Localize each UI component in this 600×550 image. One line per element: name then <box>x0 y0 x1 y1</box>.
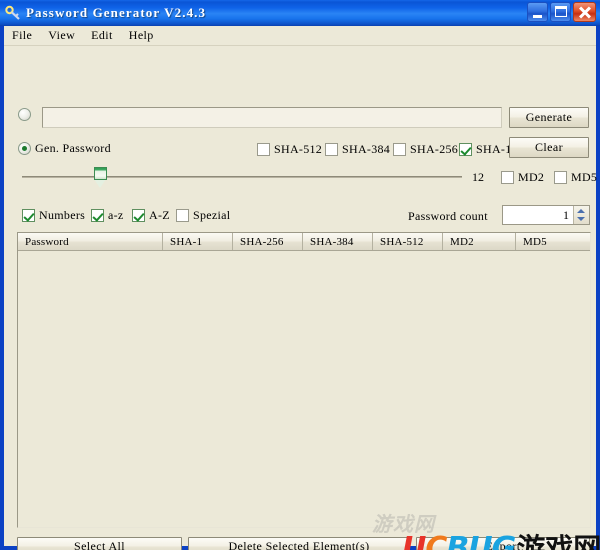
column-header-md2[interactable]: MD2 <box>443 233 516 250</box>
column-header-password[interactable]: Password <box>18 233 163 250</box>
stepper-down-icon[interactable] <box>574 215 589 224</box>
sha256-checkbox[interactable] <box>393 143 406 156</box>
special-checkbox[interactable] <box>176 209 189 222</box>
sha1-checkbox[interactable] <box>459 143 472 156</box>
clear-button[interactable]: Clear <box>509 137 589 158</box>
md2-label: MD2 <box>518 170 545 184</box>
md5-checkbox-group: MD5 <box>554 170 597 185</box>
key-icon <box>5 5 22 22</box>
custom-password-row <box>18 108 31 121</box>
slider-thumb[interactable] <box>94 167 107 189</box>
table-body[interactable] <box>18 251 590 527</box>
slider-track <box>22 176 462 178</box>
numbers-checkbox-group: Numbers <box>22 208 85 223</box>
uppercase-label: A-Z <box>149 208 170 222</box>
sha512-checkbox-group: SHA-512 <box>257 142 322 157</box>
gen-password-label: Gen. Password <box>35 141 111 155</box>
export-button[interactable]: Export <box>416 537 590 550</box>
window-title: Password Generator V2.4.3 <box>26 5 207 20</box>
menu-item-view[interactable]: View <box>46 27 83 44</box>
delete-selected-button[interactable]: Delete Selected Element(s) <box>188 537 410 550</box>
table-header-row: Password SHA-1 SHA-256 SHA-384 SHA-512 M… <box>18 233 590 251</box>
lowercase-checkbox-group: a-z <box>91 208 124 223</box>
sha1-checkbox-group: SHA-1 <box>459 142 512 157</box>
numbers-checkbox[interactable] <box>22 209 35 222</box>
md2-checkbox-group: MD2 <box>501 170 544 185</box>
lowercase-checkbox[interactable] <box>91 209 104 222</box>
custom-password-radio[interactable] <box>18 108 31 121</box>
column-header-sha1[interactable]: SHA-1 <box>163 233 233 250</box>
md5-checkbox[interactable] <box>554 171 567 184</box>
maximize-button[interactable] <box>550 2 571 22</box>
column-header-sha384[interactable]: SHA-384 <box>303 233 373 250</box>
gen-password-row: Gen. Password <box>18 141 111 156</box>
uppercase-checkbox[interactable] <box>132 209 145 222</box>
sha256-label: SHA-256 <box>410 142 459 156</box>
sha512-label: SHA-512 <box>274 142 323 156</box>
special-label: Spezial <box>193 208 231 222</box>
special-checkbox-group: Spezial <box>176 208 230 223</box>
password-count-label: Password count <box>408 209 488 223</box>
sha1-label: SHA-1 <box>476 142 512 156</box>
select-all-button[interactable]: Select All <box>17 537 182 550</box>
password-count-arrows[interactable] <box>573 206 589 224</box>
stepper-up-icon[interactable] <box>574 206 589 215</box>
column-header-sha512[interactable]: SHA-512 <box>373 233 443 250</box>
lowercase-label: a-z <box>108 208 124 222</box>
main-content: Generate Gen. Password SHA-512 SHA-384 S… <box>4 46 600 550</box>
password-input[interactable] <box>42 107 502 128</box>
gen-password-radio[interactable] <box>18 142 31 155</box>
password-count-stepper[interactable]: 1 <box>502 205 590 225</box>
minimize-button[interactable] <box>527 2 548 22</box>
column-header-md5[interactable]: MD5 <box>516 233 590 250</box>
sha384-label: SHA-384 <box>342 142 391 156</box>
screenshot-root: Password Generator V2.4.3 File View Edit… <box>0 0 600 550</box>
menu-item-help[interactable]: Help <box>127 27 162 44</box>
window-controls <box>527 2 596 22</box>
action-bar: Select All Delete Selected Element(s) Ex… <box>4 530 596 550</box>
column-header-sha256[interactable]: SHA-256 <box>233 233 303 250</box>
password-length-slider[interactable] <box>22 167 462 189</box>
sha512-checkbox[interactable] <box>257 143 270 156</box>
uppercase-checkbox-group: A-Z <box>132 208 170 223</box>
sha384-checkbox[interactable] <box>325 143 338 156</box>
application-window: Password Generator V2.4.3 File View Edit… <box>0 0 600 550</box>
menu-item-file[interactable]: File <box>10 27 40 44</box>
menu-item-edit[interactable]: Edit <box>89 27 121 44</box>
md2-checkbox[interactable] <box>501 171 514 184</box>
md5-label: MD5 <box>571 170 598 184</box>
password-count-value[interactable]: 1 <box>503 206 573 224</box>
menu-bar: File View Edit Help <box>4 26 596 46</box>
sha384-checkbox-group: SHA-384 <box>325 142 390 157</box>
password-length-value: 12 <box>472 170 484 184</box>
sha256-checkbox-group: SHA-256 <box>393 142 458 157</box>
numbers-label: Numbers <box>39 208 86 222</box>
close-button[interactable] <box>573 2 596 22</box>
generate-button[interactable]: Generate <box>509 107 589 128</box>
title-bar: Password Generator V2.4.3 <box>0 0 600 26</box>
results-table: Password SHA-1 SHA-256 SHA-384 SHA-512 M… <box>17 232 591 528</box>
